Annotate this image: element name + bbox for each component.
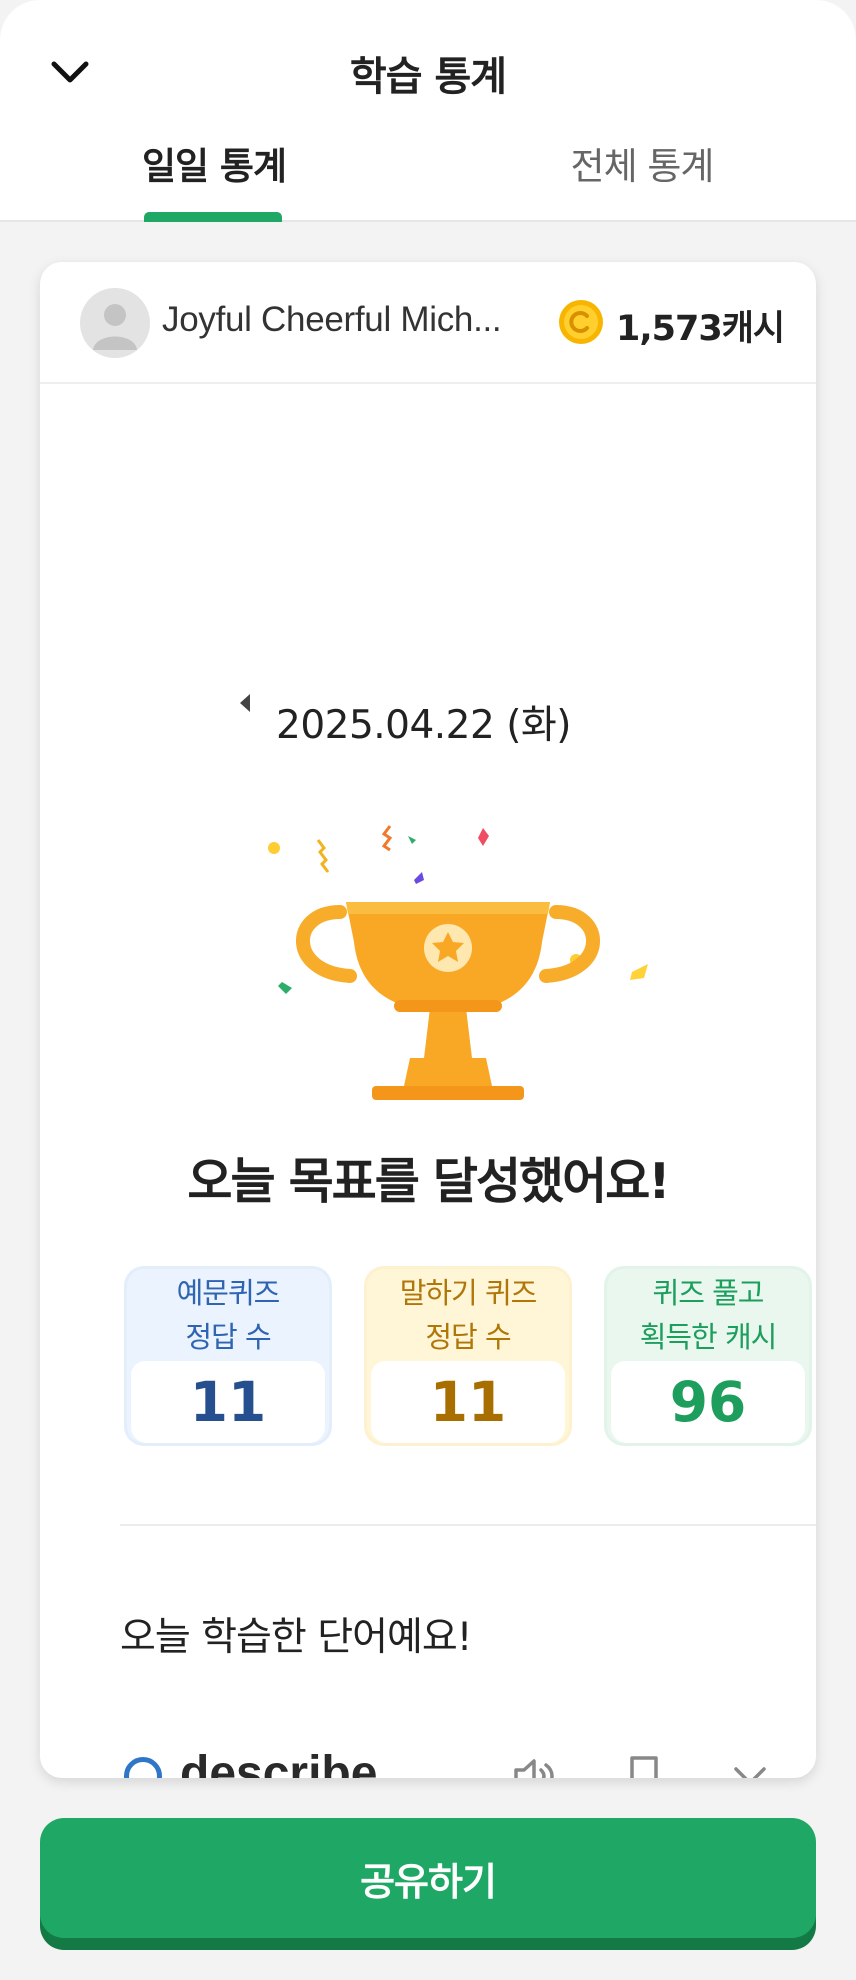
word-row[interactable]: describe <box>40 1694 816 1778</box>
username: Joyful Cheerful Mich... <box>162 300 502 339</box>
stat-label-line2: 정답 수 <box>425 1320 511 1354</box>
stat-earned-cash: 퀴즈 풀고 획득한 캐시 96 <box>604 1266 812 1446</box>
stat-value: 11 <box>131 1361 325 1443</box>
stat-label-line1: 퀴즈 풀고 <box>652 1276 765 1310</box>
stat-label-line1: 예문퀴즈 <box>176 1276 281 1310</box>
stat-label: 퀴즈 풀고 획득한 캐시 <box>607 1269 809 1361</box>
avatar <box>80 288 150 358</box>
tab-daily-stats[interactable]: 일일 통계 <box>0 136 428 222</box>
stat-example-quiz: 예문퀴즈 정답 수 11 <box>124 1266 332 1446</box>
header: 학습 통계 일일 통계 전체 통계 <box>0 0 856 222</box>
date-label: 2025.04.22 (화) <box>276 703 572 748</box>
stat-label-line1: 말하기 퀴즈 <box>399 1276 538 1310</box>
speaker-icon[interactable] <box>510 1752 558 1778</box>
cash-balance: 1,573캐시 <box>616 309 785 349</box>
stat-label-line2: 획득한 캐시 <box>639 1320 778 1354</box>
share-button[interactable]: 공유하기 <box>40 1818 816 1938</box>
stat-value: 11 <box>371 1361 565 1443</box>
user-icon <box>93 304 137 350</box>
coin-icon <box>559 300 603 344</box>
trophy-icon <box>268 825 648 1100</box>
tab-total-stats[interactable]: 전체 통계 <box>428 136 856 222</box>
circle-icon <box>124 1757 162 1778</box>
stat-label: 말하기 퀴즈 정답 수 <box>367 1269 569 1361</box>
chevron-down-icon[interactable] <box>726 1752 774 1778</box>
stat-speaking-quiz: 말하기 퀴즈 정답 수 11 <box>364 1266 572 1446</box>
stat-label: 예문퀴즈 정답 수 <box>127 1269 329 1361</box>
caret-left-icon[interactable] <box>230 688 260 718</box>
word-text: describe <box>180 1747 378 1778</box>
page-title: 학습 통계 <box>349 54 507 100</box>
words-section-title: 오늘 학습한 단어예요! <box>120 1615 472 1660</box>
stat-label-line2: 정답 수 <box>185 1320 271 1354</box>
goal-message: 오늘 목표를 달성했어요! <box>187 1153 670 1210</box>
stat-value: 96 <box>611 1361 805 1443</box>
divider <box>120 1524 816 1526</box>
stats-card: Joyful Cheerful Mich... 1,573캐시 2025.04.… <box>40 262 816 1778</box>
active-tab-indicator <box>144 212 282 222</box>
profile-row: Joyful Cheerful Mich... 1,573캐시 <box>40 262 816 384</box>
bookmark-icon[interactable] <box>620 1752 668 1778</box>
